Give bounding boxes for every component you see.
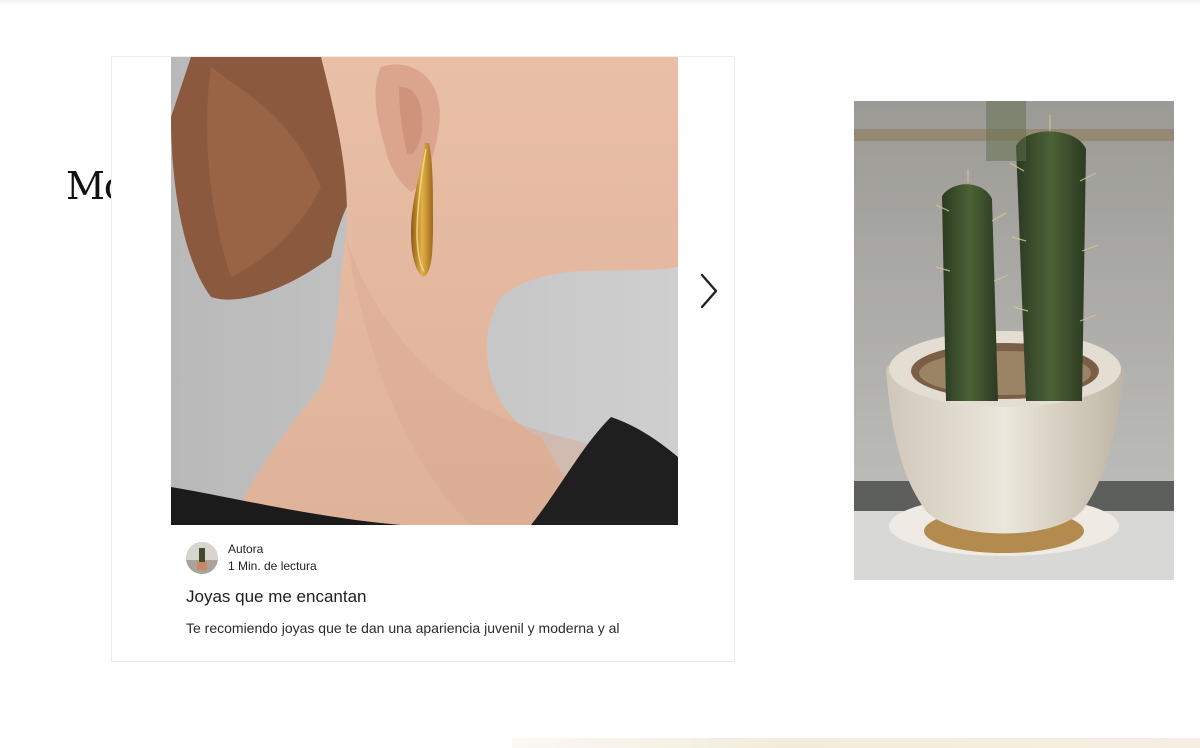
post-meta: Autora 1 Min. de lectura: [186, 541, 317, 575]
footer-image-strip: [512, 738, 1200, 748]
blog-page: Moda: [0, 0, 1200, 748]
post-excerpt: Te recomiendo joyas que te dan una apari…: [186, 619, 656, 643]
cactus-photo: [854, 101, 1174, 580]
author-avatar[interactable]: [186, 542, 218, 574]
post-cover-image[interactable]: [171, 57, 678, 525]
next-arrow-icon[interactable]: [694, 271, 724, 311]
author-name[interactable]: Autora: [228, 541, 317, 558]
post-title[interactable]: Joyas que me encantan: [186, 587, 367, 607]
header-divider: [0, 0, 1200, 6]
read-time: 1 Min. de lectura: [228, 559, 317, 573]
post-card[interactable]: Autora 1 Min. de lectura Joyas que me en…: [111, 56, 735, 662]
